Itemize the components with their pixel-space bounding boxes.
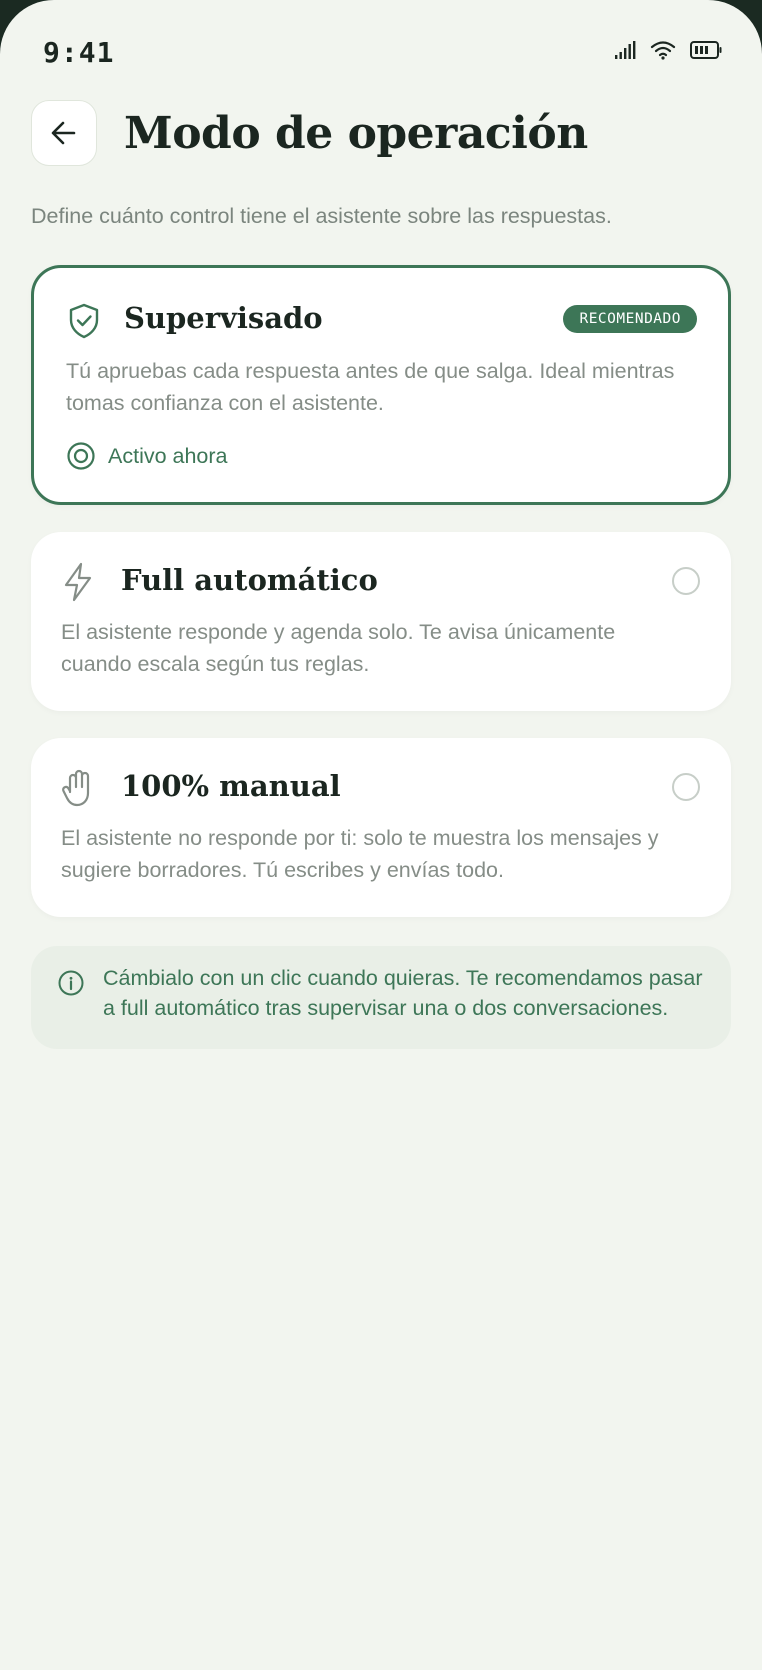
status-time: 9:41 — [43, 36, 115, 69]
option-description: El asistente responde y agenda solo. Te … — [61, 620, 616, 676]
option-description: El asistente no responde por ti: solo te… — [61, 826, 659, 882]
wifi-icon — [650, 41, 676, 60]
option-description: Tú apruebas cada respuesta antes de que … — [66, 359, 675, 415]
cellular-signal-icon — [615, 41, 636, 59]
hand-icon — [62, 769, 90, 807]
page-subtitle: Define cuánto control tiene el asistente… — [31, 204, 612, 228]
info-box: Cámbialo con un clic cuando quieras. Te … — [31, 946, 731, 1049]
shield-check-icon — [69, 303, 99, 339]
battery-icon — [690, 41, 722, 59]
option-card-full-automatico[interactable]: Full automático El asistente responde y … — [31, 532, 731, 711]
recommended-badge: RECOMENDADO — [563, 305, 697, 333]
radio-selected-icon — [67, 442, 95, 470]
option-title: 100% manual — [121, 769, 341, 803]
page-title: Modo de operación — [124, 108, 588, 159]
app-screen: 9:41 Modo de operación Define cuánto con… — [0, 0, 762, 1670]
option-title: Supervisado — [124, 301, 323, 335]
status-icons — [614, 40, 722, 60]
option-card-manual[interactable]: 100% manual El asistente no responde por… — [31, 738, 731, 917]
option-radio[interactable] — [672, 773, 700, 801]
active-status-label: Activo ahora — [108, 444, 228, 468]
info-text: Cámbialo con un clic cuando quieras. Te … — [103, 966, 703, 1020]
status-bar: 9:41 — [0, 0, 762, 106]
option-title: Full automático — [121, 563, 378, 597]
option-radio[interactable] — [672, 567, 700, 595]
option-card-supervisado[interactable]: Supervisado RECOMENDADO Tú apruebas cada… — [31, 265, 731, 505]
arrow-left-icon — [51, 121, 76, 145]
lightning-icon — [64, 562, 92, 602]
active-status: Activo ahora — [66, 441, 228, 471]
info-icon — [58, 970, 84, 996]
back-button[interactable] — [31, 100, 97, 166]
